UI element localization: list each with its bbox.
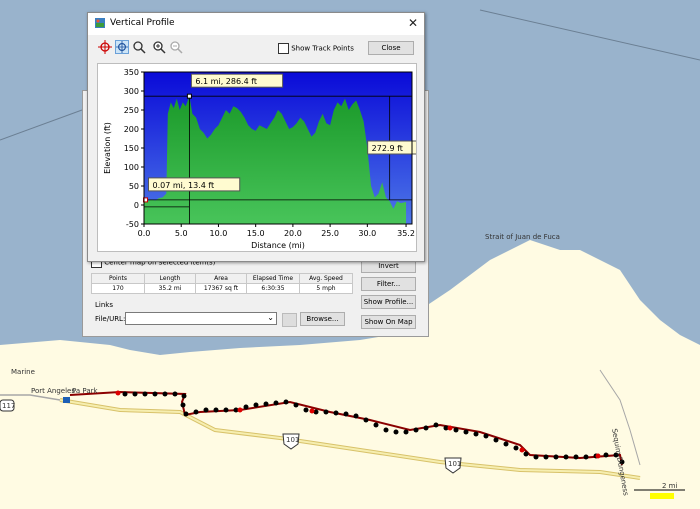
stats-header-row: Points Length Area Elapsed Time Avg. Spe…: [91, 273, 353, 284]
elevation-chart[interactable]: 6.1 mi, 286.4 ft 0.07 mi, 13.4 ft 272.9 ft…: [97, 63, 418, 252]
y-tick-label: 150: [124, 144, 139, 153]
y-tick-label: 100: [124, 163, 139, 172]
stats-header: Avg. Speed: [299, 273, 353, 284]
y-tick-label: 350: [124, 68, 139, 77]
vertical-profile-dialog: Vertical Profile ✕ Show Track Points Clo…: [87, 12, 425, 262]
y-tick-label: 300: [124, 87, 139, 96]
hwy-label-117: 117: [2, 402, 16, 410]
open-link-icon[interactable]: [282, 313, 297, 327]
stats-header: Points: [91, 273, 145, 284]
title-bar[interactable]: Vertical Profile ✕: [88, 13, 424, 35]
stats-value-row: 170 35.2 mi 17367 sq ft 6:30:35 5 mph: [91, 283, 353, 294]
show-profile-button[interactable]: Show Profile...: [361, 295, 416, 309]
file-url-label: File/URL:: [95, 315, 126, 323]
scale-label: 2 mi: [662, 482, 678, 490]
x-tick-label: 25.0: [321, 229, 339, 238]
y-tick-label: 250: [124, 106, 139, 115]
y-tick-label: 0: [134, 201, 139, 210]
browse-button[interactable]: Browse...: [300, 312, 345, 326]
show-track-points-label: Show Track Points: [291, 44, 354, 53]
stats-value: 5 mph: [299, 283, 353, 294]
close-icon[interactable]: ✕: [408, 16, 418, 30]
y-tick-label: 200: [124, 125, 139, 134]
stats-value: 170: [91, 283, 145, 294]
chevron-down-icon[interactable]: ⌄: [267, 313, 274, 322]
file-url-input[interactable]: ⌄: [125, 312, 277, 325]
crosshair-red-icon[interactable]: [98, 40, 112, 54]
hwy-label-101-a: 101: [286, 436, 300, 444]
stats-value: 6:30:35: [246, 283, 300, 294]
x-tick-label: 30.0: [358, 229, 376, 238]
annotation-bottom-label-text: 0.07 mi, 13.4 ft: [153, 181, 215, 190]
stats-value: 35.2 mi: [144, 283, 196, 294]
map-label-pa-park: Pa Park: [72, 387, 98, 395]
y-tick-label: -50: [126, 220, 139, 229]
hwy-label-101-b: 101: [448, 460, 462, 468]
x-tick-label: 0.0: [138, 229, 151, 238]
x-tick-label: 35.2: [397, 229, 415, 238]
zoom-out-icon[interactable]: [169, 40, 183, 54]
x-tick-label: 5.0: [175, 229, 188, 238]
filter-button[interactable]: Filter...: [361, 277, 416, 291]
map-label-strait: Strait of Juan de Fuca: [485, 233, 560, 241]
x-tick-label: 10.0: [210, 229, 228, 238]
show-track-points-row[interactable]: Show Track Points: [278, 43, 354, 54]
stats-header: Area: [195, 273, 247, 284]
close-button[interactable]: Close: [368, 41, 414, 55]
track-stats-table: Points Length Area Elapsed Time Avg. Spe…: [91, 273, 353, 294]
annotation-delta-label: 272.9 ft: [367, 140, 418, 155]
marker-point-top: [186, 93, 192, 99]
crosshair-blue-icon[interactable]: [115, 40, 129, 54]
app-icon: [95, 18, 105, 28]
y-axis-label: Elevation (ft): [103, 122, 112, 174]
y-tick-label: 50: [129, 182, 139, 191]
zoom-in-icon[interactable]: [152, 40, 166, 54]
x-tick-label: 20.0: [284, 229, 302, 238]
elevation-chart-svg[interactable]: 6.1 mi, 286.4 ft 0.07 mi, 13.4 ft 272.9 ft…: [98, 64, 418, 251]
annotation-top-label-text: 6.1 mi, 286.4 ft: [195, 77, 257, 86]
x-tick-label: 15.0: [247, 229, 265, 238]
stats-value: 17367 sq ft: [195, 283, 247, 294]
map-label-marine: Marine: [11, 368, 35, 376]
window-title: Vertical Profile: [110, 18, 175, 28]
stats-header: Elapsed Time: [246, 273, 300, 284]
show-on-map-button[interactable]: Show On Map: [361, 315, 416, 329]
annotation-bottom-label: 0.07 mi, 13.4 ft: [148, 177, 241, 192]
location-marker: [63, 397, 70, 403]
annotation-top-label: 6.1 mi, 286.4 ft: [190, 73, 284, 88]
stats-header: Length: [144, 273, 196, 284]
x-axis-label: Distance (mi): [251, 241, 305, 250]
map-label-port-angeles: Port Angeles: [31, 387, 75, 395]
links-label: Links: [95, 301, 113, 309]
show-track-points-checkbox[interactable]: [278, 43, 289, 54]
zoom-area-icon[interactable]: [132, 40, 146, 54]
annotation-delta-label-text: 272.9 ft: [372, 144, 403, 153]
